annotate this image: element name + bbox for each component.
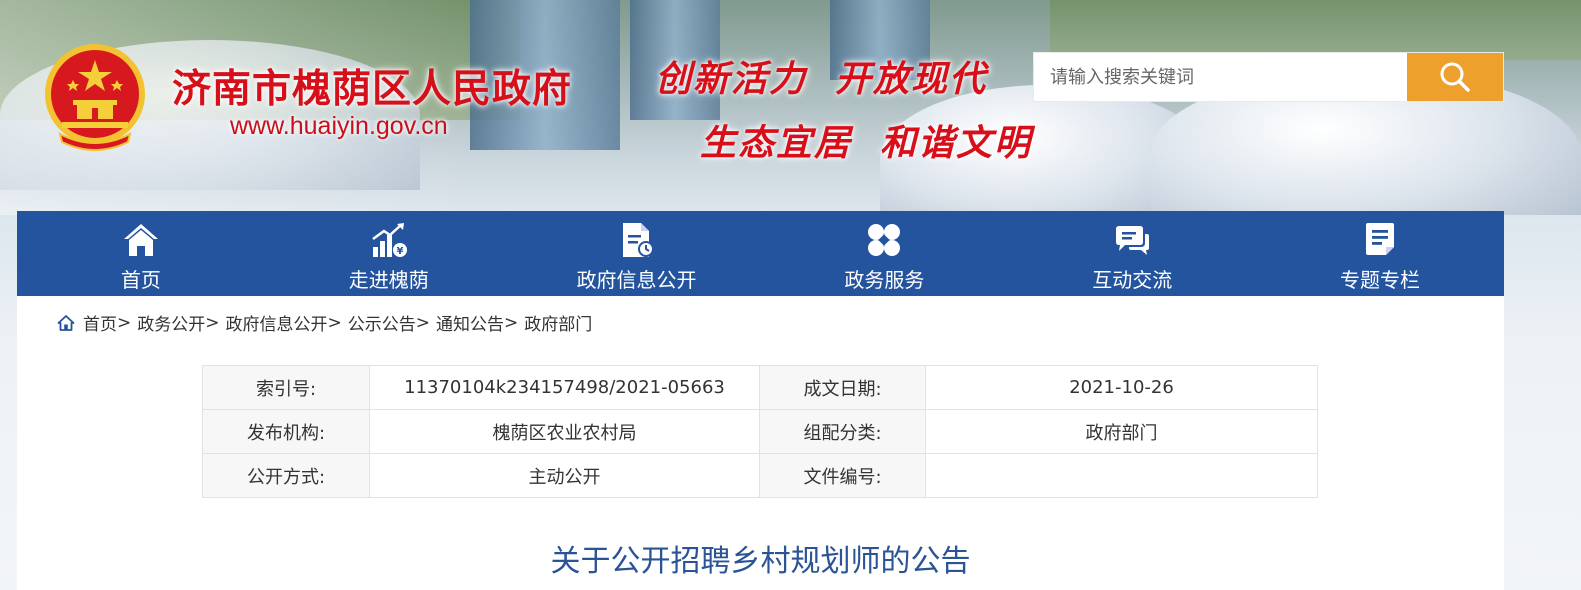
slogan-phrase: 开放现代	[835, 58, 988, 100]
site-name[interactable]: 济南市槐荫区人民政府	[172, 58, 572, 114]
breadcrumb-link[interactable]: 通知公告	[436, 310, 504, 335]
breadcrumb-separator: >	[415, 312, 430, 333]
meta-label: 成文日期:	[759, 365, 926, 410]
breadcrumb: 首页 > 政务公开 > 政府信息公开 > 公示公告 > 通知公告 > 政府部门	[57, 310, 592, 335]
document-title: 关于公开招聘乡村规划师的公告	[550, 544, 971, 579]
document-icon	[617, 220, 657, 260]
meta-value: 政府部门	[925, 409, 1318, 454]
table-row: 公开方式: 主动公开 文件编号:	[202, 453, 1318, 498]
search-icon	[1439, 61, 1471, 93]
table-row: 索引号: 11370104k234157498/2021-05663 成文日期:…	[202, 365, 1318, 410]
nav-label: 走进槐荫	[348, 268, 429, 292]
meta-label: 文件编号:	[759, 453, 926, 498]
table-row: 发布机构: 槐荫区农业农村局 组配分类: 政府部门	[202, 409, 1318, 454]
meta-label: 发布机构:	[202, 409, 370, 454]
search-box	[1033, 52, 1504, 102]
nav-item-about[interactable]: ¥ 走进槐荫	[265, 211, 513, 296]
nav-item-topics[interactable]: 专题专栏	[1256, 211, 1504, 296]
home-outline-icon	[57, 314, 75, 332]
breadcrumb-link[interactable]: 政务公开	[137, 310, 205, 335]
nav-item-interaction[interactable]: 互动交流	[1008, 211, 1256, 296]
national-emblem-icon	[40, 42, 150, 157]
slogan-line-2: 生态宜居 和谐文明	[700, 114, 1032, 166]
meta-label: 组配分类:	[759, 409, 926, 454]
nav-item-services[interactable]: 政务服务	[760, 211, 1008, 296]
content-panel: 首页 > 政务公开 > 政府信息公开 > 公示公告 > 通知公告 > 政府部门 索引号: …	[17, 296, 1504, 590]
svg-text:¥: ¥	[396, 246, 403, 257]
breadcrumb-separator: >	[117, 312, 132, 333]
slogan-phrase: 创新活力	[655, 58, 808, 100]
meta-label: 索引号:	[202, 365, 370, 410]
nav-label: 政务服务	[844, 268, 925, 292]
chart-growth-icon: ¥	[369, 220, 409, 260]
meta-value	[925, 453, 1318, 498]
breadcrumb-separator: >	[205, 312, 220, 333]
home-icon	[121, 220, 161, 260]
notes-icon	[1360, 220, 1400, 260]
meta-value: 11370104k234157498/2021-05663	[369, 365, 760, 410]
nav-label: 首页	[120, 268, 161, 292]
grid-petals-icon	[864, 220, 904, 260]
meta-value: 槐荫区农业农村局	[369, 409, 760, 454]
chat-bubbles-icon	[1112, 220, 1152, 260]
nav-label: 政府信息公开	[576, 268, 697, 292]
breadcrumb-link[interactable]: 政府信息公开	[226, 310, 328, 335]
nav-label: 互动交流	[1092, 268, 1173, 292]
document-meta-table: 索引号: 11370104k234157498/2021-05663 成文日期:…	[202, 365, 1318, 498]
breadcrumb-link[interactable]: 首页	[83, 310, 117, 335]
breadcrumb-separator: >	[504, 312, 519, 333]
search-input[interactable]	[1034, 53, 1408, 101]
nav-label: 专题专栏	[1340, 268, 1421, 292]
slogan-phrase: 生态宜居	[700, 122, 853, 164]
site-url[interactable]: www.huaiyin.gov.cn	[230, 112, 448, 141]
nav-item-home[interactable]: 首页	[17, 211, 265, 296]
main-nav: 首页 ¥ 走进槐荫 政府信息公开 政务服务 互动交流 专题专栏	[17, 211, 1504, 296]
slogan-line-1: 创新活力 开放现代	[655, 50, 987, 102]
search-button[interactable]	[1407, 53, 1503, 101]
meta-value: 主动公开	[369, 453, 760, 498]
meta-value: 2021-10-26	[925, 365, 1318, 410]
slogan-phrase: 和谐文明	[880, 122, 1033, 164]
breadcrumb-link[interactable]: 政府部门	[524, 310, 592, 335]
nav-item-info-disclosure[interactable]: 政府信息公开	[513, 211, 761, 296]
meta-label: 公开方式:	[202, 453, 370, 498]
breadcrumb-link[interactable]: 公示公告	[348, 310, 416, 335]
breadcrumb-separator: >	[327, 312, 342, 333]
